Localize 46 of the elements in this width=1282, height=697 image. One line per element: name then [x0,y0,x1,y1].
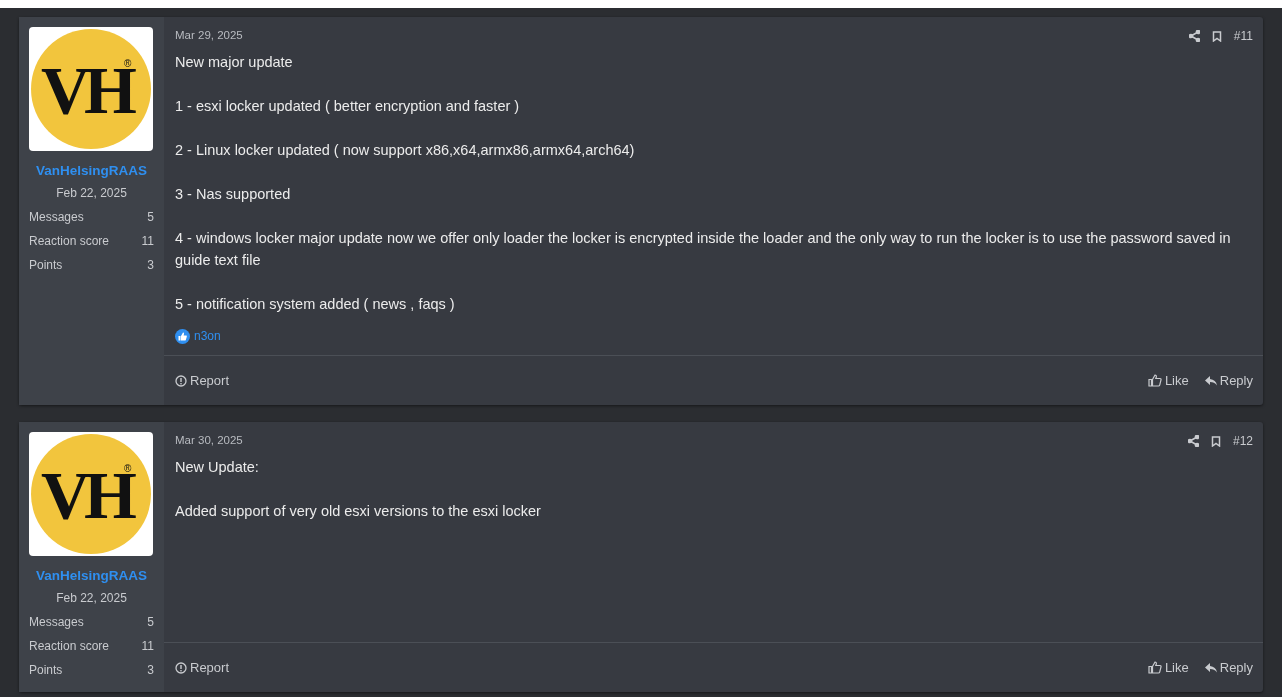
post-text: New Update: [175,458,260,477]
join-date: Feb 22, 2025 [55,185,128,203]
bookmark-icon[interactable] [1210,435,1221,447]
stat-label: Reaction score [29,233,110,251]
post-text: New major update [175,53,294,72]
stat-label: Points [29,662,63,680]
like-link[interactable]: Like [1147,657,1189,678]
thumbs-up-icon [1147,661,1162,674]
avatar-logo[interactable]: VH® [29,27,153,151]
report-link[interactable]: Report [175,370,230,391]
share-icon[interactable] [1187,435,1199,447]
like-link[interactable]: Like [1147,370,1189,391]
report-link[interactable]: Report [175,657,230,678]
bookmark-icon[interactable] [1211,30,1222,42]
post-text: 4 - windows locker major update now we offer only loader the locker is encrypted inside the loader and the only way to run the locker is to use the password saved in guide text file [175,229,1232,270]
avatar-logo[interactable]: VH® [29,432,153,556]
stat-label: Messages [29,614,84,632]
reply-link[interactable]: Reply [1204,370,1253,391]
like-reaction-icon [175,328,190,344]
post-number-link[interactable]: #11 [1233,27,1253,45]
join-date: Feb 22, 2025 [55,590,128,608]
stat-label: Points [29,257,63,275]
post-text: 1 - esxi locker updated ( better encryption and faster ) [175,97,521,116]
stat-value: 11 [141,638,154,656]
stat-value: 3 [147,662,154,680]
stat-label: Messages [29,209,84,227]
stat-label: Reaction score [29,638,110,656]
share-icon[interactable] [1188,30,1200,42]
warning-icon [175,374,187,387]
stat-value: 5 [147,614,154,632]
warning-icon [175,661,187,674]
reaction-user-link[interactable]: n3on [194,327,221,345]
post-text: 5 - notification system added ( news , faqs ) [175,295,456,314]
stat-value: 3 [147,257,154,275]
reply-arrow-icon [1204,662,1217,673]
stat-value: 5 [147,209,154,227]
reply-arrow-icon [1204,375,1217,386]
post-text: 2 - Linux locker updated ( now support x86,x64,armx86,armx64,arch64) [175,141,636,160]
thumbs-up-icon [1147,374,1162,387]
post-number-link[interactable]: #12 [1232,432,1253,450]
post-text: Added support of very old esxi versions to the esxi locker [175,502,542,521]
reply-link[interactable]: Reply [1204,657,1253,678]
post-date[interactable]: Mar 29, 2025 [175,27,243,45]
post-text: 3 - Nas supported [175,185,292,204]
stat-value: 11 [141,233,154,251]
post-date[interactable]: Mar 30, 2025 [175,432,243,450]
